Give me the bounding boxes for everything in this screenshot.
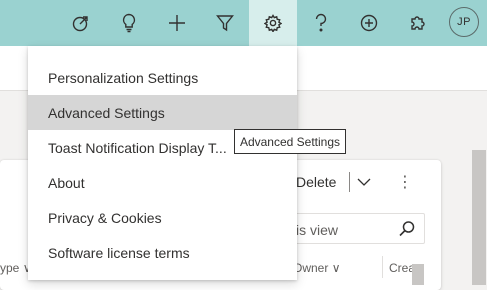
extensions-button[interactable] — [393, 0, 441, 46]
search-icon[interactable] — [398, 220, 416, 243]
gear-icon — [264, 14, 282, 32]
more-commands-icon[interactable]: ⋮ — [397, 172, 413, 192]
command-separator — [349, 172, 350, 192]
chevron-down-icon: ∨ — [331, 261, 341, 275]
settings-menu: Personalization Settings Advanced Settin… — [28, 46, 297, 280]
menu-item-advanced-settings[interactable]: Advanced Settings — [28, 95, 297, 130]
page-scrollbar-thumb[interactable] — [472, 150, 486, 285]
filter-button[interactable] — [201, 0, 249, 46]
column-header-type[interactable]: ype ∨ — [0, 261, 32, 275]
user-avatar[interactable]: JP — [449, 7, 479, 37]
filter-icon — [216, 15, 234, 32]
help-button[interactable] — [297, 0, 345, 46]
chevron-down-icon[interactable] — [356, 175, 372, 194]
menu-item-software-license-terms[interactable]: Software license terms — [28, 235, 297, 270]
plus-icon — [169, 15, 185, 31]
column-separator — [382, 256, 383, 278]
delete-button[interactable]: Delete — [296, 174, 336, 190]
new-button[interactable] — [153, 0, 201, 46]
tooltip: Advanced Settings — [234, 129, 346, 154]
assist-icon — [72, 16, 88, 32]
add-circle-icon — [360, 14, 378, 32]
help-icon — [315, 13, 327, 32]
search-placeholder: is view — [296, 222, 339, 238]
menu-item-privacy-cookies[interactable]: Privacy & Cookies — [28, 200, 297, 235]
lightbulb-button[interactable] — [105, 0, 153, 46]
assist-button[interactable] — [57, 0, 105, 46]
menu-item-about[interactable]: About — [28, 165, 297, 200]
column-header-owner[interactable]: Owner ∨ — [293, 261, 340, 275]
settings-button[interactable] — [249, 0, 297, 46]
menu-item-personalization-settings[interactable]: Personalization Settings — [28, 60, 297, 95]
column-header-owner-label: Owner — [293, 261, 329, 275]
grid-scrollbar-thumb[interactable] — [412, 264, 424, 285]
top-command-bar: JP — [0, 0, 487, 46]
column-header-type-label: ype — [0, 261, 20, 275]
add-circle-button[interactable] — [345, 0, 393, 46]
puzzle-icon — [411, 16, 425, 30]
lightbulb-icon — [122, 13, 136, 33]
